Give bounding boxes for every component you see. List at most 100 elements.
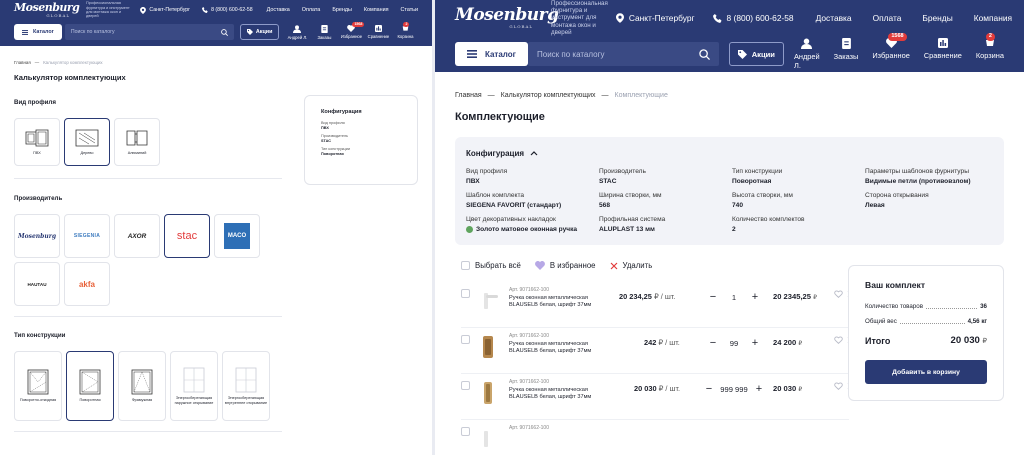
decrease-button[interactable]: − — [707, 291, 719, 303]
checkbox[interactable] — [461, 261, 470, 270]
product-name[interactable]: Ручка оконная металлическая BLAUSELB бел… — [509, 295, 595, 309]
cart-link[interactable]: 2 Корзина — [395, 21, 415, 40]
breadcrumb-home[interactable]: Главная — [455, 92, 482, 99]
profile-card-pvc[interactable]: ПВХ — [14, 118, 60, 166]
brand-card-stac[interactable]: stac — [164, 214, 210, 258]
brand-card-hautau[interactable]: HAUTAU — [14, 262, 60, 306]
site-logo[interactable]: Mosenburg GLOBAL — [455, 7, 559, 29]
wood-profile-icon — [75, 129, 99, 147]
breadcrumb-calculator[interactable]: Калькулятор комплектующих — [501, 92, 596, 99]
product-thumbnail[interactable] — [477, 425, 499, 453]
city-selector[interactable]: Санкт-Петербург — [140, 6, 190, 14]
product-name[interactable]: Ручка оконная металлическая BLAUSELB бел… — [509, 341, 595, 355]
unit-price-suffix: ₽ / шт. — [658, 338, 680, 347]
brand-card-mosenburg[interactable]: Mosenburg — [14, 214, 60, 258]
row-total-currency: ₽ — [798, 387, 803, 393]
favorite-icon[interactable] — [834, 336, 843, 344]
nav-company[interactable]: Компания — [364, 7, 389, 13]
tagline: Профессиональная фурнитура и инструмент … — [86, 1, 130, 19]
orders-link[interactable]: Заказы — [834, 38, 858, 70]
search-row: Каталог Поиск по каталогу Акции Андрей Л… — [435, 33, 1024, 72]
brand-card-maco[interactable]: MACO — [214, 214, 260, 258]
nav-payment[interactable]: Оплата — [873, 13, 902, 23]
select-all-checkbox[interactable]: Выбрать всё — [461, 261, 521, 270]
breadcrumb: Главная — Калькулятор комплектующих — [14, 60, 418, 65]
nav-brands[interactable]: Бренды — [332, 7, 352, 13]
config-value: SIEGENA FAVORIT (стандарт) — [466, 202, 562, 209]
row-checkbox[interactable] — [461, 381, 470, 390]
configuration-toggle[interactable]: Конфигурация — [466, 149, 993, 158]
decrease-button[interactable]: − — [703, 383, 715, 395]
favorite-icon[interactable] — [834, 382, 843, 390]
favorite-icon[interactable] — [834, 290, 843, 298]
add-to-favorites-button[interactable]: В избранное — [534, 261, 596, 270]
favorites-badge: 1568 — [352, 21, 365, 28]
construction-card-turn[interactable]: Поворотная — [66, 351, 114, 421]
city-label: Санкт-Петербург — [628, 13, 695, 23]
row-checkbox[interactable] — [461, 335, 470, 344]
product-thumbnail[interactable] — [477, 379, 499, 407]
row-total-value: 24 200 — [773, 338, 797, 347]
delete-button[interactable]: Удалить — [610, 261, 652, 270]
favorites-link[interactable]: 1568 Избранное — [341, 21, 365, 40]
construction-card-transom[interactable]: Фрамужная — [118, 351, 166, 421]
increase-button[interactable]: + — [749, 337, 761, 349]
product-thumbnail[interactable] — [477, 333, 499, 361]
increase-button[interactable]: + — [749, 291, 761, 303]
nav-company[interactable]: Компания — [974, 13, 1012, 23]
site-logo[interactable]: Mosenburg GLOBAL — [14, 2, 80, 18]
nav-delivery[interactable]: Доставка — [816, 13, 852, 23]
brand-card-siegenia[interactable]: SIEGENIA — [64, 214, 110, 258]
config-item: Цвет декоративных накладок Золото матовое… — [466, 216, 599, 233]
orders-link[interactable]: Заказы — [314, 24, 334, 40]
product-name[interactable]: Ручка оконная металлическая BLAUSELB бел… — [509, 387, 595, 401]
add-to-cart-button[interactable]: Добавить в корзину — [865, 360, 987, 384]
quantity-value[interactable]: 1 — [732, 293, 736, 302]
search-icon[interactable] — [221, 28, 228, 36]
phone-link[interactable]: 8 (800) 600-62-58 — [712, 13, 794, 23]
construction-card-tilt-turn[interactable]: Поворотно-откидная — [14, 351, 62, 421]
brand-card-akfa[interactable]: akfa — [64, 262, 110, 306]
profile-card-aluminium[interactable]: Алюминий — [114, 118, 160, 166]
construction-card-energy-outer[interactable]: Энергосберегающая наружное открывание — [170, 351, 218, 421]
top-bar: Mosenburg GLOBAL Профессиональная фурниту… — [0, 0, 432, 20]
nav-payment[interactable]: Оплата — [302, 7, 321, 13]
account-link[interactable]: Андрей Л. — [287, 24, 307, 40]
profile-card-wood[interactable]: Дерево — [64, 118, 110, 166]
search-input[interactable]: Поиск по каталогу — [528, 42, 719, 66]
search-icon[interactable] — [698, 48, 710, 60]
catalog-button[interactable]: Каталог — [14, 24, 62, 40]
location-pin-icon — [140, 6, 147, 14]
construction-card-energy-inner[interactable]: Энергосберегающая внутреннее открывание — [222, 351, 270, 421]
summary-total-row: Итого 20 030 ₽ — [865, 335, 987, 346]
increase-button[interactable]: + — [753, 383, 765, 395]
quantity-value[interactable]: 999 999 — [720, 385, 747, 394]
promo-button[interactable]: Акции — [239, 24, 280, 40]
city-selector[interactable]: Санкт-Петербург — [615, 13, 695, 23]
decrease-button[interactable]: − — [707, 337, 719, 349]
row-checkbox[interactable] — [461, 289, 470, 298]
unit-price-suffix: ₽ / шт. — [653, 292, 676, 301]
row-checkbox[interactable] — [461, 427, 470, 436]
breadcrumb-separator: — — [601, 92, 609, 99]
search-input[interactable]: Поиск по каталогу — [64, 24, 234, 40]
promo-button[interactable]: Акции — [728, 42, 784, 66]
summary-title: Ваш комплект — [865, 280, 926, 290]
config-value: ПВХ — [466, 178, 480, 185]
nav-brands[interactable]: Бренды — [922, 13, 952, 23]
catalog-button[interactable]: Каталог — [455, 42, 528, 66]
compare-link[interactable]: Сравнение — [924, 38, 962, 70]
product-thumbnail[interactable] — [477, 287, 499, 315]
breadcrumb-home[interactable]: Главная — [14, 60, 31, 65]
nav-articles[interactable]: Статьи — [401, 7, 418, 13]
favorites-link[interactable]: 1568 Избранное — [872, 33, 910, 70]
account-link[interactable]: Андрей Л. — [794, 38, 820, 70]
cart-link[interactable]: 2 Корзина — [976, 33, 1004, 70]
config-key: Тип конструкции — [732, 168, 783, 175]
nav-delivery[interactable]: Доставка — [267, 7, 290, 13]
brand-logo-siegenia: SIEGENIA — [73, 233, 101, 239]
brand-card-axor[interactable]: AXOR — [114, 214, 160, 258]
quantity-value[interactable]: 99 — [730, 339, 738, 348]
compare-link[interactable]: Сравнение — [368, 24, 389, 40]
phone-link[interactable]: 8 (800) 600-62-58 — [202, 7, 253, 13]
